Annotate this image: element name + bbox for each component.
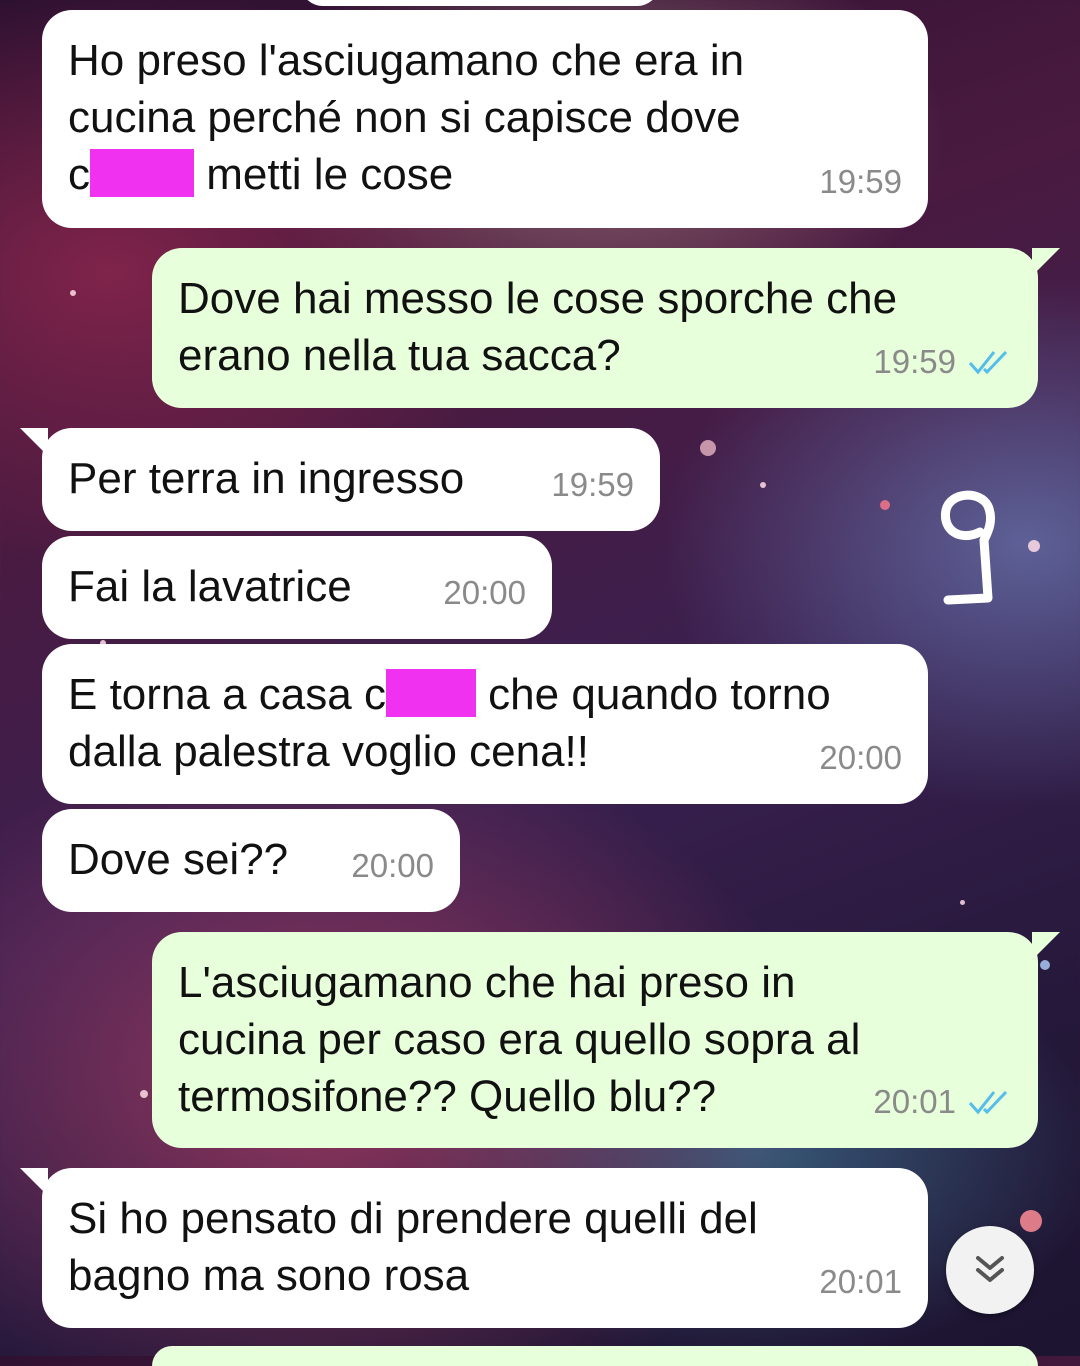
message-text: Si ho pensato di prendere quelli del bag…: [68, 1194, 758, 1300]
message-meta: 19:59: [551, 456, 634, 513]
message-meta: 20:01: [873, 1073, 1012, 1130]
message-time: 20:00: [443, 574, 526, 611]
message-meta: 20:00: [819, 729, 902, 786]
partial-bubble-bottom: [152, 1346, 1038, 1366]
partial-bubble-top: [300, 0, 660, 6]
message-time: 19:59: [873, 343, 956, 380]
message-meta: 20:01: [819, 1253, 902, 1310]
message-bubble-incoming[interactable]: Dove sei?? 20:00: [42, 809, 460, 912]
scroll-to-bottom-button[interactable]: [946, 1226, 1034, 1314]
redaction-box: [385, 669, 476, 717]
handwritten-annotation: 9: [940, 490, 995, 605]
message-bubble-incoming[interactable]: Fai la lavatrice 20:00: [42, 536, 552, 639]
message-bubble-incoming[interactable]: Si ho pensato di prendere quelli del bag…: [20, 1168, 928, 1328]
double-check-icon: [968, 1090, 1008, 1114]
message-bubble-outgoing[interactable]: L'asciugamano che hai preso in cucina pe…: [152, 932, 1060, 1148]
double-check-icon: [968, 350, 1008, 374]
message-meta: 20:00: [351, 837, 434, 894]
redaction-box: [90, 149, 194, 197]
message-time: 20:00: [819, 739, 902, 776]
message-bubble-incoming[interactable]: E torna a casa c che quando torno dalla …: [42, 644, 928, 804]
message-text: Per terra in ingresso: [68, 454, 465, 503]
message-time: 20:01: [873, 1083, 956, 1120]
message-text: Ho preso l'asciugamano che era in cucina…: [68, 36, 745, 199]
double-chevron-down-icon: [976, 1256, 1004, 1282]
message-time: 20:00: [351, 847, 434, 884]
message-time: 19:59: [551, 466, 634, 503]
message-text: E torna a casa c che quando torno dalla …: [68, 669, 831, 776]
message-meta: 20:00: [443, 564, 526, 621]
message-time: 20:01: [819, 1263, 902, 1300]
message-meta: 19:59: [819, 153, 902, 210]
message-meta: 19:59: [873, 333, 1012, 390]
message-bubble-incoming[interactable]: Per terra in ingresso 19:59: [20, 428, 660, 531]
message-bubble-incoming[interactable]: Ho preso l'asciugamano che era in cucina…: [42, 10, 928, 228]
message-time: 19:59: [819, 163, 902, 200]
message-bubble-outgoing[interactable]: Dove hai messo le cose sporche che erano…: [152, 248, 1060, 408]
